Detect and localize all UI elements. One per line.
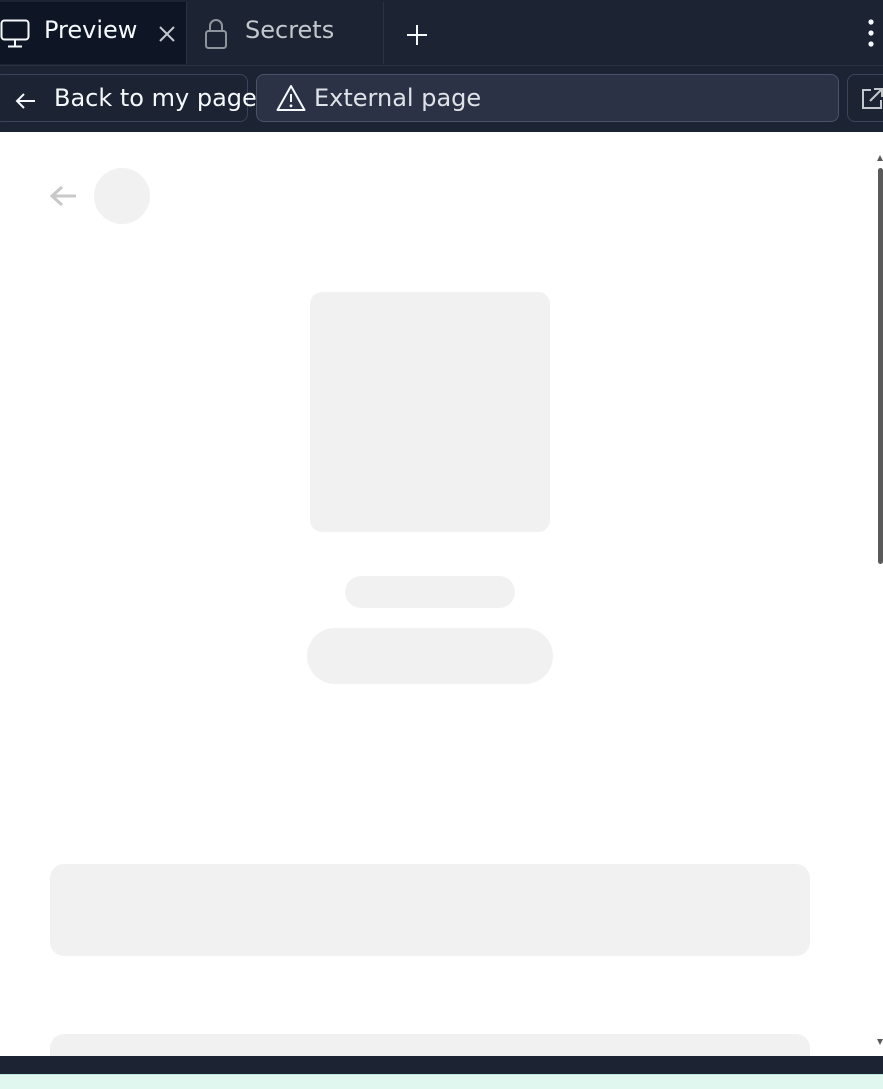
tab-preview-label: Preview <box>44 16 138 44</box>
external-link-icon <box>860 87 883 115</box>
title-placeholder <box>345 576 515 608</box>
more-options-button[interactable] <box>862 18 880 48</box>
close-icon[interactable] <box>156 23 178 51</box>
open-in-new-tab-button[interactable] <box>847 74 883 122</box>
add-tab-button[interactable] <box>404 22 430 48</box>
url-bar-label: External page <box>314 84 482 112</box>
tab-bar: Preview Secrets <box>0 0 883 66</box>
image-placeholder <box>310 292 550 532</box>
back-to-my-page-button[interactable]: Back to my page <box>0 74 257 122</box>
preview-toolbar: Back to my page External page <box>0 66 883 132</box>
vertical-dots-icon <box>868 19 874 47</box>
avatar-placeholder <box>94 168 150 224</box>
warning-icon <box>276 84 306 118</box>
preview-frame <box>0 132 883 1056</box>
scroll-up-arrow-icon[interactable] <box>877 146 883 165</box>
back-to-my-page-label: Back to my page <box>54 84 257 112</box>
arrow-left-icon <box>15 89 37 117</box>
scrollbar[interactable] <box>870 132 883 1056</box>
plus-icon <box>407 25 427 45</box>
tab-preview[interactable]: Preview <box>0 2 187 64</box>
scrollbar-thumb[interactable] <box>878 168 883 564</box>
bottom-border <box>0 1056 883 1074</box>
scroll-down-arrow-icon[interactable] <box>877 1030 883 1049</box>
card-placeholder <box>50 864 810 956</box>
monitor-icon <box>0 19 32 55</box>
button-placeholder <box>307 628 553 684</box>
tab-secrets-label: Secrets <box>245 16 335 44</box>
lock-icon <box>204 18 228 56</box>
arrow-left-icon[interactable] <box>49 184 78 212</box>
tab-secrets[interactable]: Secrets <box>188 2 384 64</box>
url-bar[interactable]: External page <box>256 74 839 122</box>
bottom-strip <box>0 1074 883 1089</box>
card-placeholder <box>50 1034 810 1056</box>
